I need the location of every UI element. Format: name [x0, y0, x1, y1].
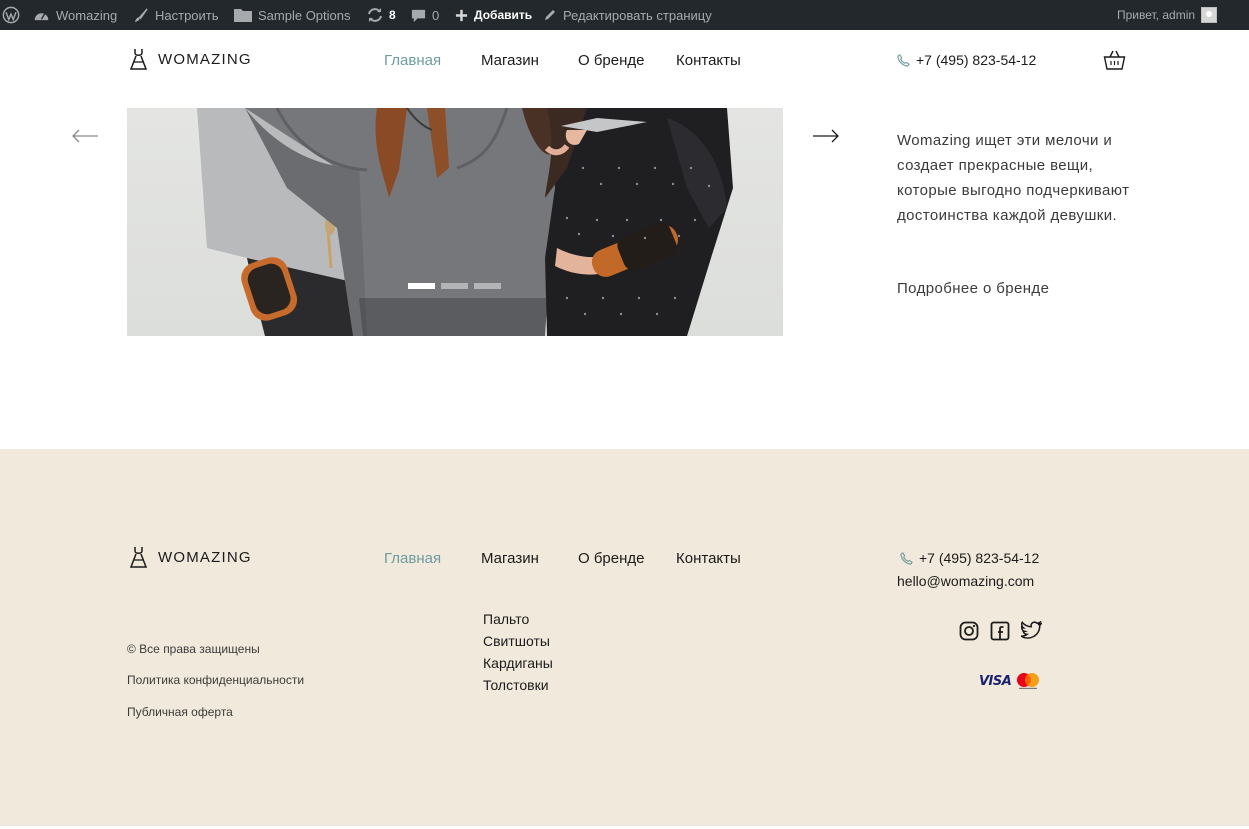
slider-next-arrow-icon[interactable] — [812, 128, 840, 149]
dress-logo-icon — [129, 49, 148, 70]
site-name: Womazing — [56, 7, 118, 23]
slide-photo — [197, 108, 733, 336]
facebook-icon[interactable] — [990, 621, 1010, 641]
admin-bar-account[interactable]: Привет, admin — [1117, 0, 1218, 30]
payment-methods: VISA — [979, 672, 1041, 690]
updates-count: 8 — [389, 8, 396, 22]
plus-icon — [455, 9, 468, 21]
pencil-icon — [545, 10, 555, 20]
footer-category-sweatshirts[interactable]: Свитшоты — [483, 630, 553, 652]
promo-link[interactable]: Подробнее о бренде — [897, 280, 1049, 297]
slider-dot-3[interactable] — [474, 283, 501, 289]
footer-category-hoodies[interactable]: Толстовки — [483, 674, 553, 696]
visa-logo: VISA — [979, 673, 1012, 689]
footer-email[interactable]: hello@womazing.com — [897, 573, 1034, 589]
copyright: © Все права защищены — [127, 642, 260, 656]
nav-contacts[interactable]: Контакты — [676, 52, 741, 69]
footer-category-list: Пальто Свитшоты Кардиганы Толстовки — [483, 608, 553, 696]
slider-dots — [408, 283, 501, 289]
add-new-label: Добавить — [474, 8, 533, 22]
slider-dot-1[interactable] — [408, 283, 435, 289]
logo-text: WOMAZING — [158, 51, 252, 68]
admin-bar-add-new[interactable]: Добавить — [455, 0, 532, 30]
admin-bar-comments[interactable]: 0 — [411, 0, 439, 30]
social-links — [959, 621, 1042, 641]
folder-icon — [234, 9, 252, 22]
comment-icon — [411, 9, 426, 22]
phone-icon — [900, 551, 913, 565]
header-phone-number: +7 (495) 823-54-12 — [916, 52, 1037, 68]
promo-text: Womazing ищет эти мелочи и создает прекр… — [897, 132, 1130, 224]
footer-category-cardigans[interactable]: Кардиганы — [483, 652, 553, 674]
footer-nav-shop[interactable]: Магазин — [481, 550, 539, 567]
footer-logo[interactable]: WOMAZING — [129, 546, 252, 569]
admin-bar-updates[interactable]: 8 — [367, 0, 396, 30]
dashboard-icon — [34, 12, 49, 21]
nav-shop[interactable]: Магазин — [481, 52, 539, 69]
footer-nav-about[interactable]: О бренде — [578, 550, 645, 567]
privacy-policy-link[interactable]: Политика конфиденциальности — [127, 673, 304, 687]
site-logo[interactable]: WOMAZING — [129, 48, 252, 71]
public-offer-link[interactable]: Публичная оферта — [127, 705, 233, 719]
admin-bar: Womazing Настроить Sample Options 8 0 До… — [0, 0, 1249, 30]
instagram-icon[interactable] — [959, 621, 979, 641]
slider-dot-2[interactable] — [441, 283, 468, 289]
admin-bar-edit-page[interactable]: Редактировать страницу — [543, 0, 712, 30]
hero-slider[interactable] — [127, 108, 783, 336]
header-phone[interactable]: +7 (495) 823-54-12 — [897, 52, 1036, 68]
footer — [0, 449, 1249, 825]
updates-icon — [368, 8, 382, 22]
nav-about[interactable]: О бренде — [578, 52, 645, 69]
admin-bar-site[interactable]: Womazing — [33, 0, 117, 30]
footer-phone[interactable]: +7 (495) 823-54-12 — [900, 550, 1039, 566]
brush-icon — [134, 8, 148, 22]
cart-icon[interactable] — [1103, 49, 1126, 76]
admin-bar-customize[interactable]: Настроить — [134, 0, 219, 30]
footer-phone-number: +7 (495) 823-54-12 — [919, 550, 1040, 566]
footer-logo-text: WOMAZING — [158, 549, 252, 566]
greeting-label: Привет, admin — [1117, 8, 1196, 22]
nav-home[interactable]: Главная — [384, 52, 441, 69]
footer-nav-contacts[interactable]: Контакты — [676, 550, 741, 567]
dress-logo-icon — [129, 547, 148, 568]
mastercard-icon — [1017, 673, 1040, 689]
admin-bar-sample-options[interactable]: Sample Options — [234, 0, 351, 30]
slider-prev-arrow-icon[interactable] — [71, 128, 99, 149]
page-bottom-edge — [0, 825, 1249, 829]
customize-label: Настроить — [155, 7, 219, 23]
phone-icon — [897, 53, 910, 67]
edit-page-label: Редактировать страницу — [563, 7, 712, 23]
wordpress-logo-icon[interactable] — [2, 0, 20, 30]
avatar — [1201, 7, 1218, 23]
twitter-icon[interactable] — [1021, 621, 1042, 639]
footer-category-coats[interactable]: Пальто — [483, 608, 553, 630]
comments-count: 0 — [432, 7, 440, 23]
footer-nav-home[interactable]: Главная — [384, 550, 441, 567]
sample-options-label: Sample Options — [258, 7, 351, 23]
